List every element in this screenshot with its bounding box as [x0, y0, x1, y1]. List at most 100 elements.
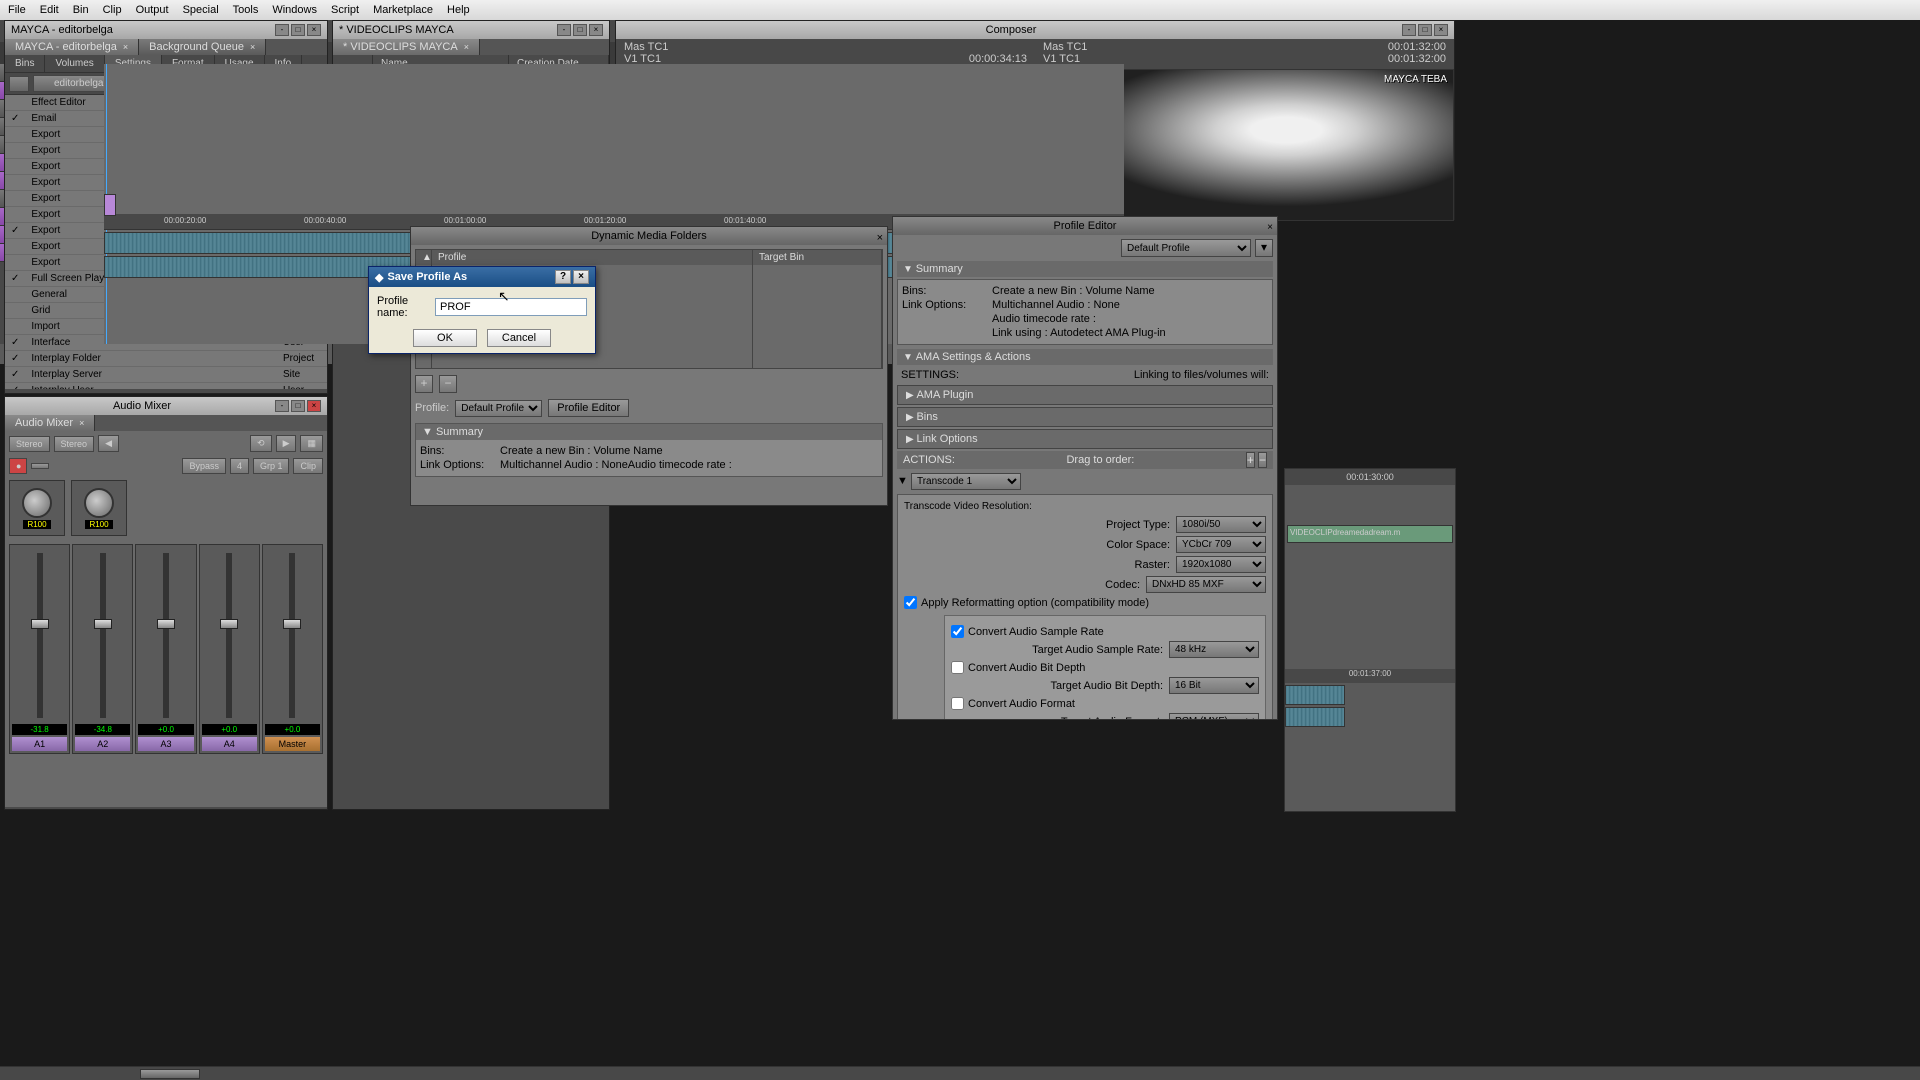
bin-titlebar[interactable]: * VIDEOCLIPS MAYCA - □ × [333, 21, 609, 39]
remove-button[interactable]: − [439, 375, 457, 393]
close-icon[interactable]: × [1267, 219, 1273, 237]
bypass-button[interactable]: Bypass [182, 458, 226, 474]
audio-clip[interactable] [1285, 685, 1345, 705]
close-icon[interactable]: × [877, 229, 883, 247]
pan-knob-2[interactable]: R100 [71, 480, 127, 536]
grid-button[interactable]: ▦ [300, 435, 323, 452]
menu-edit[interactable]: Edit [40, 4, 59, 16]
close-button[interactable]: × [307, 24, 321, 36]
record-button[interactable]: ● [9, 458, 27, 474]
col-target-bin[interactable]: Target Bin [753, 250, 881, 265]
tab-bgqueue[interactable]: Background Queue× [139, 39, 266, 55]
codec-select[interactable]: DNxHD 85 MXF [1146, 576, 1266, 593]
add-button[interactable]: + [415, 375, 433, 393]
close-tab-icon[interactable]: × [79, 418, 84, 428]
reformat-checkbox[interactable] [904, 596, 917, 609]
bit-depth-checkbox[interactable] [951, 661, 964, 674]
bit-depth-select[interactable]: 16 Bit [1169, 677, 1259, 694]
profile-name-input[interactable] [435, 298, 587, 316]
num-button[interactable]: 4 [230, 458, 249, 474]
min-button[interactable]: - [1402, 24, 1416, 36]
composer-titlebar[interactable]: Composer - □ × [616, 21, 1454, 39]
fastmenu-button[interactable] [9, 76, 29, 92]
audio-clip[interactable] [1285, 707, 1345, 727]
collapse-icon[interactable]: ▼ [897, 475, 908, 487]
profile-select[interactable]: Default Profile [1121, 239, 1251, 257]
summary-header[interactable]: ▼ Summary [897, 261, 1273, 277]
clip-button[interactable]: Clip [293, 458, 323, 474]
bin-tab[interactable]: * VIDEOCLIPS MAYCA× [333, 39, 480, 55]
close-button[interactable]: × [573, 270, 589, 284]
close-tab-icon[interactable]: × [464, 42, 469, 52]
menu-file[interactable]: File [8, 4, 26, 16]
close-button[interactable]: × [307, 400, 321, 412]
audio-format-select[interactable]: PCM (MXF) [1169, 713, 1259, 719]
remove-action-button[interactable]: − [1258, 452, 1267, 468]
cancel-button[interactable]: Cancel [487, 329, 551, 347]
stereo-button[interactable]: Stereo [9, 436, 50, 452]
menu-clip[interactable]: Clip [103, 4, 122, 16]
project-titlebar[interactable]: MAYCA - editorbelga - □ × [5, 21, 327, 39]
menu-help[interactable]: Help [447, 4, 470, 16]
scroll-thumb[interactable] [140, 1069, 200, 1079]
sample-rate-checkbox[interactable] [951, 625, 964, 638]
fader-channel[interactable]: +0.0A3 [135, 544, 196, 754]
fader-channel[interactable]: -34.8A2 [72, 544, 133, 754]
profile-menu-button[interactable]: ▾ [1255, 239, 1273, 257]
subtab-volumes[interactable]: Volumes [45, 55, 104, 72]
settings-row[interactable]: ✓Interplay UserUser [5, 383, 327, 390]
arrow-button[interactable]: ◀ [98, 435, 119, 452]
color-space-select[interactable]: YCbCr 709 [1176, 536, 1266, 553]
audio-format-checkbox[interactable] [951, 697, 964, 710]
min-button[interactable]: - [275, 24, 289, 36]
auto-button[interactable] [31, 463, 49, 469]
close-button[interactable]: × [1434, 24, 1448, 36]
max-button[interactable]: □ [1418, 24, 1432, 36]
max-button[interactable]: □ [573, 24, 587, 36]
timeline-scrollbar[interactable] [0, 1066, 1920, 1080]
summary-header[interactable]: ▼ Summary [416, 424, 882, 440]
transcode-select[interactable]: Transcode 1 [911, 473, 1021, 490]
close-tab-icon[interactable]: × [123, 42, 128, 52]
stereo-button-2[interactable]: Stereo [54, 436, 95, 452]
expand-link-options[interactable]: ▶ Link Options [897, 429, 1273, 449]
max-button[interactable]: □ [291, 400, 305, 412]
close-button[interactable]: × [589, 24, 603, 36]
loop-button[interactable]: ⟲ [250, 435, 272, 452]
dialog-titlebar[interactable]: ◆ Save Profile As ? × [369, 267, 595, 287]
subtab-bins[interactable]: Bins [5, 55, 45, 72]
fader-channel[interactable]: +0.0A4 [199, 544, 260, 754]
pan-knob-1[interactable]: R100 [9, 480, 65, 536]
sample-rate-select[interactable]: 48 kHz [1169, 641, 1259, 658]
tab-project[interactable]: MAYCA - editorbelga× [5, 39, 139, 55]
menu-windows[interactable]: Windows [272, 4, 317, 16]
settings-row[interactable]: ✓Interplay FolderProject [5, 351, 327, 367]
raster-select[interactable]: 1920x1080 [1176, 556, 1266, 573]
menu-script[interactable]: Script [331, 4, 359, 16]
play-button[interactable]: ▶ [276, 435, 297, 452]
menu-special[interactable]: Special [183, 4, 219, 16]
min-button[interactable]: - [275, 400, 289, 412]
min-button[interactable]: - [557, 24, 571, 36]
menu-marketplace[interactable]: Marketplace [373, 4, 433, 16]
profile-editor-button[interactable]: Profile Editor [548, 399, 629, 417]
video-clip[interactable] [104, 194, 116, 216]
mixer-tab[interactable]: Audio Mixer× [5, 415, 95, 431]
pe-titlebar[interactable]: Profile Editor × [893, 217, 1277, 235]
fader-channel[interactable]: -31.8A1 [9, 544, 70, 754]
main-menubar[interactable]: File Edit Bin Clip Output Special Tools … [0, 0, 1920, 20]
menu-tools[interactable]: Tools [233, 4, 259, 16]
max-button[interactable]: □ [291, 24, 305, 36]
help-button[interactable]: ? [555, 270, 571, 284]
mixer-titlebar[interactable]: Audio Mixer - □ × [5, 397, 327, 415]
grp-button[interactable]: Grp 1 [253, 458, 290, 474]
menu-output[interactable]: Output [136, 4, 169, 16]
fader-channel[interactable]: +0.0Master [262, 544, 323, 754]
menu-bin[interactable]: Bin [73, 4, 89, 16]
ama-header[interactable]: ▼ AMA Settings & Actions [897, 349, 1273, 365]
video-clip[interactable]: VIDEOCLIPdreamedadream.m [1287, 525, 1453, 543]
close-tab-icon[interactable]: × [250, 42, 255, 52]
sort-indicator[interactable]: ▲ [416, 250, 431, 265]
col-profile[interactable]: Profile [432, 250, 752, 265]
project-type-select[interactable]: 1080i/50 [1176, 516, 1266, 533]
